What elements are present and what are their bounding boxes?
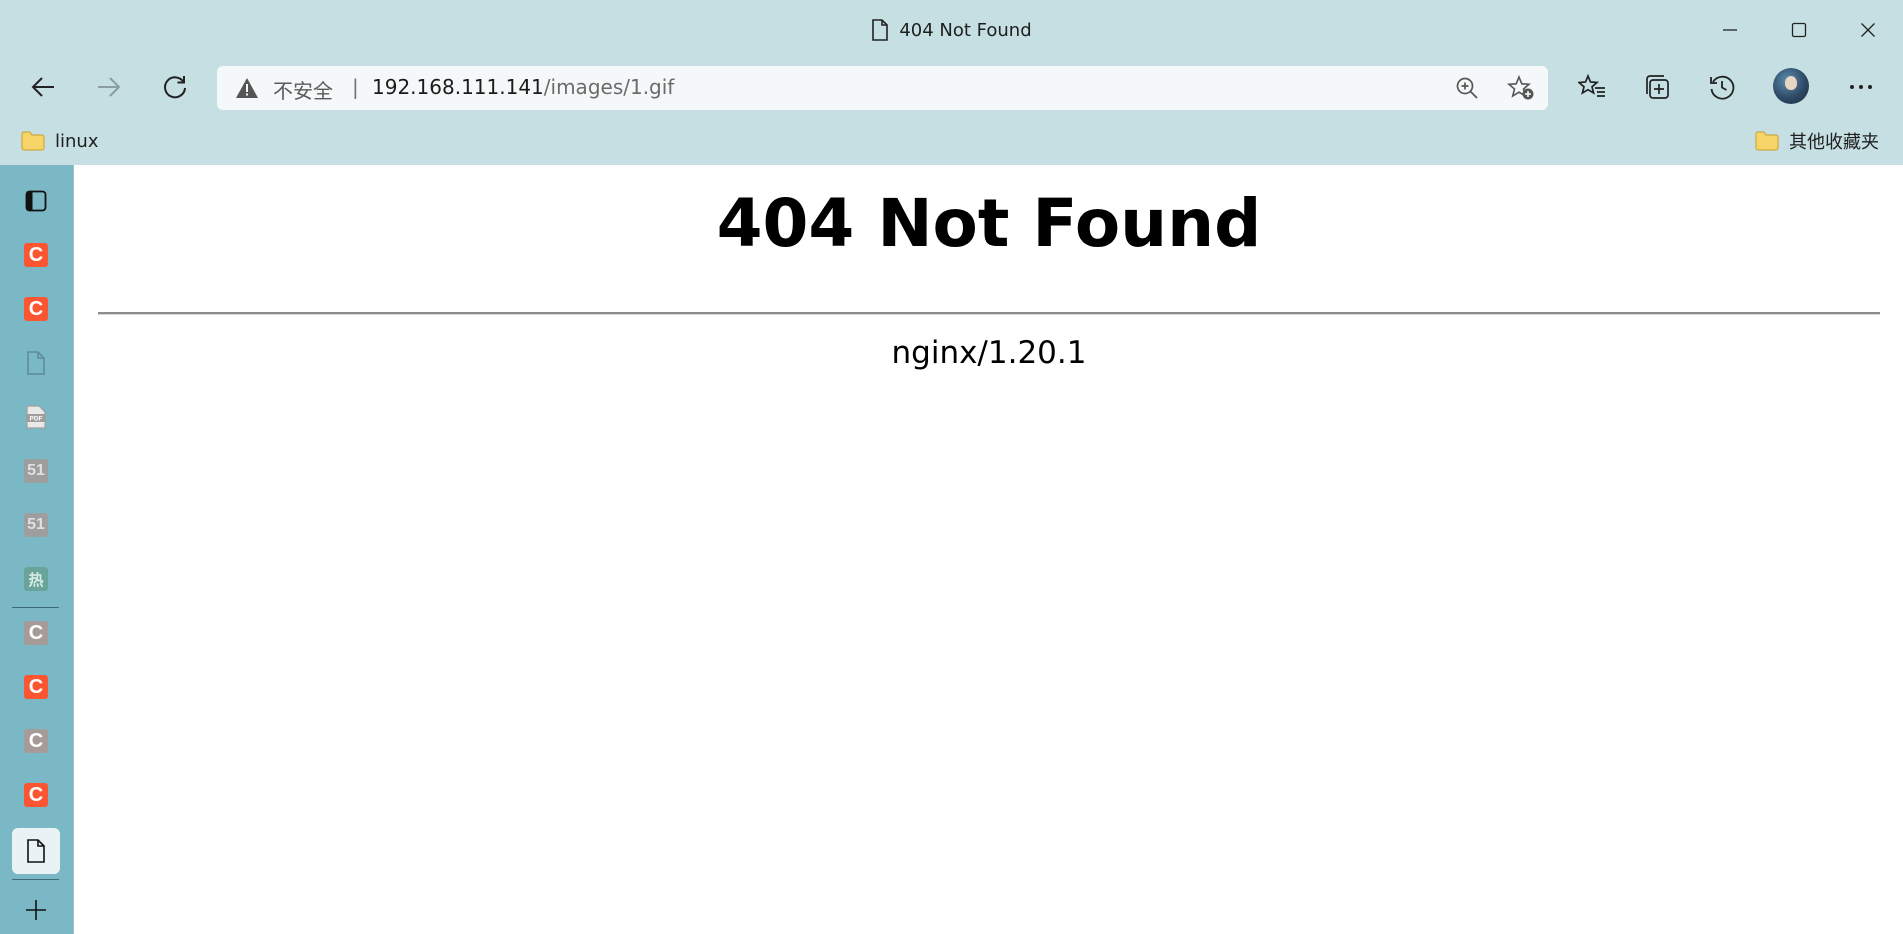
vertical-tabs-sidebar: C C PDF 51 51 热 C C C C (0, 165, 73, 934)
sidebar-divider (12, 879, 59, 880)
sidebar-tab-csdn[interactable]: C (22, 619, 50, 647)
sidebar-tab-51cto[interactable]: 51 (22, 511, 50, 539)
tab-actions-button[interactable] (22, 187, 50, 215)
favorite-label: linux (55, 130, 99, 152)
favorite-folder-linux[interactable]: linux (21, 126, 98, 156)
minimize-button[interactable] (1695, 0, 1765, 60)
sidebar-tab-hot[interactable]: 热 (22, 565, 50, 593)
favorites-button[interactable] (1570, 68, 1614, 106)
profile-avatar[interactable] (1773, 68, 1809, 104)
history-button[interactable] (1700, 68, 1744, 106)
page-content: 404 Not Found nginx/1.20.1 (73, 165, 1903, 934)
back-button[interactable] (21, 68, 65, 106)
sidebar-divider (12, 607, 59, 608)
sidebar-tab-51cto[interactable]: 51 (22, 457, 50, 485)
csdn-icon: C (24, 783, 48, 807)
favorites-bar: linux 其他收藏夹 (0, 118, 1903, 164)
csdn-icon: C (24, 243, 48, 267)
document-icon (27, 839, 45, 863)
url-host: 192.168.111.141 (372, 75, 544, 99)
sidebar-tab-csdn[interactable]: C (22, 295, 50, 323)
forward-icon (98, 77, 121, 97)
refresh-button[interactable] (153, 68, 197, 106)
more-button[interactable] (1839, 68, 1883, 106)
tab-actions-icon (25, 190, 47, 212)
page-title: 404 Not Found (716, 185, 1262, 262)
close-button[interactable] (1833, 0, 1903, 60)
window-title: 404 Not Found (899, 19, 1032, 41)
csdn-icon: C (24, 297, 48, 321)
csdn-icon: C (24, 675, 48, 699)
url-text[interactable]: 192.168.111.141/images/1.gif (372, 75, 674, 99)
svg-text:PDF: PDF (30, 416, 43, 423)
add-favorite-button[interactable] (1506, 74, 1536, 102)
collections-icon (1646, 75, 1669, 99)
other-favorites-label: 其他收藏夹 (1789, 132, 1879, 153)
refresh-icon (164, 76, 186, 99)
more-icon (1850, 85, 1872, 89)
maximize-button[interactable] (1764, 0, 1834, 60)
security-label[interactable]: 不安全 (273, 75, 333, 104)
zoom-icon (1456, 77, 1478, 99)
sidebar-tab-document[interactable] (22, 349, 50, 377)
other-favorites-folder[interactable]: 其他收藏夹 (1755, 126, 1879, 156)
url-path: /images/1.gif (543, 75, 675, 99)
new-tab-button[interactable] (22, 896, 50, 924)
sidebar-tab-current-page[interactable] (22, 837, 50, 865)
server-signature: nginx/1.20.1 (891, 335, 1087, 371)
horizontal-rule (98, 312, 1880, 315)
minimize-icon (1723, 29, 1737, 31)
folder-icon (1755, 131, 1779, 151)
window-title-group: 404 Not Found (0, 16, 1903, 44)
plus-icon (26, 900, 46, 920)
sidebar-tab-csdn[interactable]: C (22, 241, 50, 269)
pdf-icon: PDF (26, 405, 46, 429)
address-bar[interactable]: 不安全 | 192.168.111.141/images/1.gif (217, 66, 1548, 110)
sidebar-tab-csdn[interactable]: C (22, 781, 50, 809)
maximize-icon (1791, 22, 1807, 38)
address-separator: | (352, 75, 359, 99)
close-icon (1861, 23, 1875, 37)
csdn-icon: C (24, 621, 48, 645)
favorites-icon (1578, 74, 1605, 97)
document-icon (27, 351, 45, 375)
forward-button[interactable] (87, 68, 131, 106)
sidebar-tab-pdf[interactable]: PDF (22, 403, 50, 431)
warning-icon[interactable] (235, 77, 259, 99)
51cto-icon: 51 (24, 459, 48, 483)
document-icon (872, 19, 889, 41)
title-bar: 404 Not Found (0, 0, 1903, 60)
sidebar-tab-csdn[interactable]: C (22, 727, 50, 755)
zoom-button[interactable] (1452, 74, 1482, 102)
csdn-icon: C (24, 729, 48, 753)
hot-icon: 热 (24, 567, 48, 591)
sidebar-tab-csdn[interactable]: C (22, 673, 50, 701)
folder-icon (21, 131, 45, 151)
collections-button[interactable] (1635, 68, 1679, 106)
toolbar: 不安全 | 192.168.111.141/images/1.gif (0, 60, 1903, 114)
51cto-icon: 51 (24, 513, 48, 537)
history-icon (1710, 75, 1735, 100)
add-favorite-icon (1507, 75, 1534, 100)
back-icon (31, 77, 54, 97)
